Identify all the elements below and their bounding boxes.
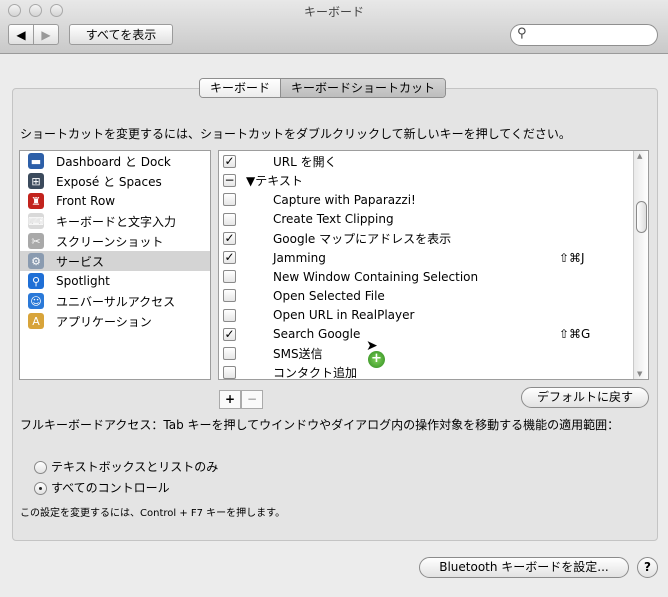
category-label: サービス: [56, 254, 105, 269]
category-item[interactable]: ✂ スクリーンショット: [20, 231, 210, 251]
service-label: Open URL in RealPlayer: [273, 308, 415, 323]
radio-text-boxes-only[interactable]: テキストボックスとリストのみ: [34, 458, 218, 475]
service-label: Open Selected File: [273, 288, 385, 303]
category-label: Front Row: [56, 194, 116, 208]
category-item[interactable]: ⌨ キーボードと文字入力: [20, 211, 210, 231]
instructions-text: ショートカットを変更するには、ショートカットをダブルクリックして新しいキーを押し…: [20, 127, 571, 141]
service-label: New Window Containing Selection: [273, 269, 479, 284]
services-list[interactable]: ✓ URL を開く − ▼テキスト Capture with Paparazzi! Cre…: [218, 150, 649, 380]
service-item[interactable]: Capture with Paparazzi!: [219, 190, 633, 209]
category-list[interactable]: ▬ Dashboard と Dock ⊞ Exposé と Spaces ♜ Front …: [19, 150, 211, 380]
expose-icon: ⊞: [28, 173, 44, 189]
restore-defaults-button[interactable]: デフォルトに戻す: [521, 387, 649, 408]
back-button[interactable]: ◀: [8, 24, 34, 45]
accessibility-icon: ☺: [28, 293, 44, 309]
tab-bar: キーボード キーボードショートカット: [199, 78, 447, 98]
window-title: キーボード: [303, 5, 364, 19]
scroll-up-arrow-icon[interactable]: ▲: [637, 152, 642, 160]
category-item[interactable]: A アプリケーション: [20, 311, 210, 331]
service-label: ▼テキスト: [246, 174, 303, 189]
service-checkbox[interactable]: [223, 308, 236, 322]
search-input[interactable]: ⚲: [510, 24, 658, 46]
service-checkbox[interactable]: [223, 212, 236, 226]
gear-icon: ⚙: [28, 253, 44, 269]
front-row-icon: ♜: [28, 193, 44, 209]
service-checkbox[interactable]: [223, 366, 236, 379]
service-label: コンタクト追加: [273, 366, 358, 380]
category-item[interactable]: ⚲ Spotlight: [20, 271, 210, 291]
service-label: Jamming: [273, 250, 326, 265]
service-item[interactable]: ✓ Search Google ⇧⌘G: [219, 325, 633, 344]
tab-keyboard[interactable]: キーボード: [200, 79, 281, 97]
shortcut-note: この設定を変更するには、Control + F7 キーを押します。: [20, 508, 286, 519]
service-label: Google マップにアドレスを表示: [273, 231, 452, 246]
service-checkbox[interactable]: −: [223, 174, 236, 188]
scroll-down-arrow-icon[interactable]: ▼: [637, 370, 642, 378]
service-checkbox[interactable]: [223, 193, 236, 207]
add-button[interactable]: +: [219, 390, 241, 409]
full-keyboard-access-label: フルキーボードアクセス：Tab キーを押してウインドウやダイアログ内の操作対象を…: [20, 418, 620, 432]
category-item[interactable]: ▬ Dashboard と Dock: [20, 151, 210, 171]
bluetooth-keyboard-setup-button[interactable]: Bluetooth キーボードを設定...: [419, 557, 629, 578]
service-checkbox[interactable]: [223, 270, 236, 284]
service-item[interactable]: ✓ Google マップにアドレスを表示: [219, 229, 633, 248]
radio-button[interactable]: [34, 461, 47, 474]
category-label: アプリケーション: [56, 314, 152, 329]
radio-all-controls[interactable]: すべてのコントロール: [34, 479, 170, 496]
service-checkbox[interactable]: ✓: [223, 231, 236, 245]
remove-button[interactable]: −: [241, 390, 263, 409]
service-item[interactable]: New Window Containing Selection: [219, 267, 633, 286]
service-item[interactable]: ✓ Jamming ⇧⌘J: [219, 248, 633, 267]
applications-icon: A: [28, 313, 44, 329]
service-item[interactable]: Open Selected File: [219, 286, 633, 305]
service-checkbox[interactable]: ✓: [223, 251, 236, 264]
category-item[interactable]: ⚙ サービス: [20, 251, 210, 271]
service-label: Search Google: [273, 327, 361, 342]
service-checkbox[interactable]: [223, 347, 236, 360]
spotlight-icon: ⚲: [28, 273, 44, 289]
service-group-header[interactable]: − ▼テキスト: [219, 171, 633, 190]
category-label: スクリーンショット: [56, 234, 164, 249]
service-item[interactable]: Open URL in RealPlayer: [219, 306, 633, 325]
service-shortcut[interactable]: ⇧⌘J: [559, 251, 585, 265]
screenshot-icon: ✂: [28, 233, 44, 249]
service-checkbox[interactable]: ✓: [223, 327, 236, 341]
scroll-thumb[interactable]: [636, 201, 647, 233]
search-icon: ⚲: [517, 26, 527, 41]
service-label: URL を開く: [273, 155, 337, 169]
category-item[interactable]: ♜ Front Row: [20, 191, 210, 211]
category-label: ユニバーサルアクセス: [56, 294, 176, 309]
service-checkbox[interactable]: ✓: [223, 155, 236, 168]
drag-add-icon: +: [368, 351, 385, 368]
category-label: Exposé と Spaces: [56, 174, 162, 189]
radio-label: すべてのコントロール: [51, 481, 170, 495]
toolbar: キーボード ◀ ▶ すべてを表示 ⚲: [0, 0, 668, 54]
dashboard-icon: ▬: [28, 153, 44, 169]
radio-button[interactable]: [34, 482, 47, 495]
service-item[interactable]: コンタクト追加: [219, 363, 633, 380]
keyboard-icon: ⌨: [28, 213, 44, 229]
service-item[interactable]: Create Text Clipping: [219, 210, 633, 229]
radio-label: テキストボックスとリストのみ: [51, 460, 219, 474]
forward-button[interactable]: ▶: [33, 24, 59, 45]
service-shortcut[interactable]: ⇧⌘G: [559, 327, 590, 341]
category-label: Spotlight: [56, 274, 110, 288]
service-item[interactable]: SMS送信: [219, 344, 633, 363]
category-label: Dashboard と Dock: [56, 154, 171, 169]
show-all-button[interactable]: すべてを表示: [69, 24, 173, 45]
service-item[interactable]: ✓ URL を開く: [219, 152, 633, 171]
tab-keyboard-shortcuts[interactable]: キーボードショートカット: [280, 79, 446, 97]
service-label: Capture with Paparazzi!: [273, 192, 416, 207]
help-button[interactable]: ?: [637, 557, 658, 578]
scrollbar[interactable]: ▲ ▼: [633, 151, 648, 379]
category-item[interactable]: ⊞ Exposé と Spaces: [20, 171, 210, 191]
category-item[interactable]: ☺ ユニバーサルアクセス: [20, 291, 210, 311]
category-label: キーボードと文字入力: [56, 214, 177, 229]
service-label: SMS送信: [273, 347, 323, 361]
service-label: Create Text Clipping: [273, 212, 394, 227]
service-checkbox[interactable]: [223, 289, 236, 303]
